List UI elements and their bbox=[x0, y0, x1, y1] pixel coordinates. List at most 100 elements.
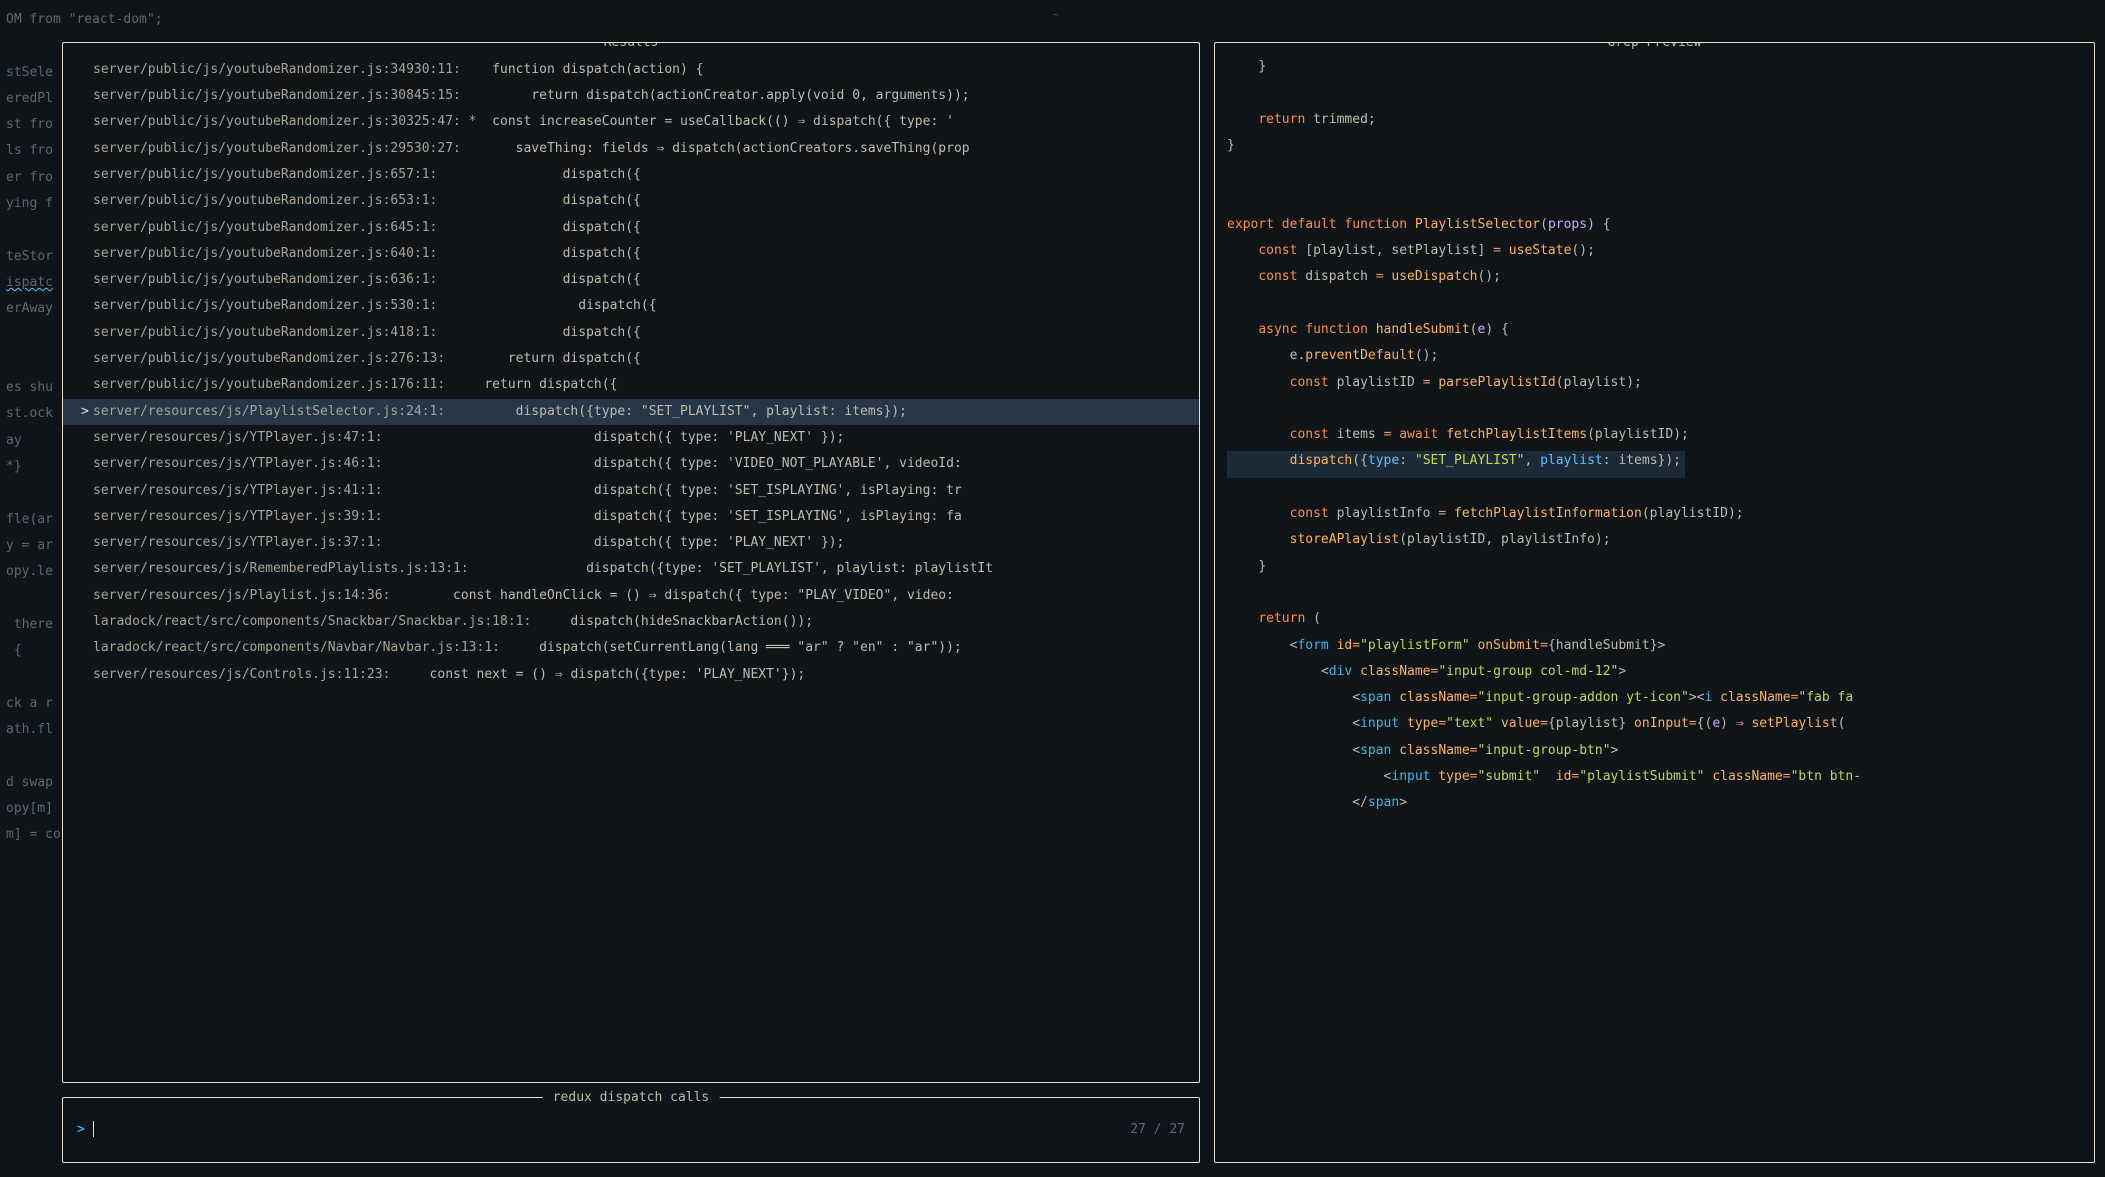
result-row[interactable]: server/public/js/youtubeRandomizer.js:64… bbox=[63, 215, 1199, 241]
search-input[interactable] bbox=[93, 1120, 94, 1141]
result-snippet: dispatch({ type: 'VIDEO_NOT_PLAYABLE', v… bbox=[398, 454, 962, 475]
selection-caret-icon bbox=[81, 428, 93, 449]
result-snippet: const next = () ⇒ dispatch({type: 'PLAY_… bbox=[406, 665, 805, 686]
result-location: server/resources/js/YTPlayer.js:41:1: bbox=[93, 481, 398, 502]
selection-caret-icon bbox=[81, 244, 93, 265]
preview-line bbox=[1227, 162, 2082, 188]
telescope-overlay: Results server/public/js/youtubeRandomiz… bbox=[62, 42, 2095, 1163]
preview-line: const playlistID = parsePlaylistId(playl… bbox=[1227, 373, 2082, 399]
result-snippet: dispatch({ type: 'SET_ISPLAYING', isPlay… bbox=[398, 481, 962, 502]
preview-line: <form id="playlistForm" onSubmit={handle… bbox=[1227, 636, 2082, 662]
result-location: server/resources/js/YTPlayer.js:46:1: bbox=[93, 454, 398, 475]
preview-line: async function handleSubmit(e) { bbox=[1227, 320, 2082, 346]
prompt-panel: redux dispatch calls > 27 / 27 bbox=[62, 1097, 1200, 1163]
result-row[interactable]: server/public/js/youtubeRandomizer.js:63… bbox=[63, 267, 1199, 293]
selection-caret-icon bbox=[81, 638, 93, 659]
result-location: server/public/js/youtubeRandomizer.js:41… bbox=[93, 323, 453, 344]
result-row[interactable]: server/public/js/youtubeRandomizer.js:17… bbox=[63, 373, 1199, 399]
split-indicator-top: ~ bbox=[1053, 6, 1060, 24]
result-location: server/public/js/youtubeRandomizer.js:29… bbox=[93, 139, 477, 160]
selection-caret-icon: > bbox=[81, 402, 93, 423]
result-row[interactable]: server/public/js/youtubeRandomizer.js:34… bbox=[63, 57, 1199, 83]
result-location: server/resources/js/Controls.js:11:23: bbox=[93, 665, 406, 686]
result-row[interactable]: server/resources/js/Playlist.js:14:36: c… bbox=[63, 583, 1199, 609]
result-location: server/public/js/youtubeRandomizer.js:65… bbox=[93, 191, 453, 212]
result-snippet: dispatch({ bbox=[453, 270, 641, 291]
result-row[interactable]: server/resources/js/YTPlayer.js:46:1: di… bbox=[63, 451, 1199, 477]
preview-line bbox=[1227, 188, 2082, 214]
result-row[interactable]: server/public/js/youtubeRandomizer.js:27… bbox=[63, 346, 1199, 372]
preview-line: <span className="input-group-btn"> bbox=[1227, 741, 2082, 767]
selection-caret-icon bbox=[81, 559, 93, 580]
result-snippet: saveThing: fields ⇒ dispatch(actionCreat… bbox=[477, 139, 970, 160]
preview-line: e.preventDefault(); bbox=[1227, 346, 2082, 372]
preview-line: storeAPlaylist(playlistID, playlistInfo)… bbox=[1227, 530, 2082, 556]
result-row[interactable]: server/public/js/youtubeRandomizer.js:65… bbox=[63, 188, 1199, 214]
result-snippet: dispatch({ bbox=[453, 296, 657, 317]
preview-line bbox=[1227, 83, 2082, 109]
preview-line: const [playlist, setPlaylist] = useState… bbox=[1227, 241, 2082, 267]
selection-caret-icon bbox=[81, 612, 93, 633]
result-row[interactable]: server/resources/js/Controls.js:11:23: c… bbox=[63, 662, 1199, 688]
preview-line: } bbox=[1227, 136, 2082, 162]
result-location: server/public/js/youtubeRandomizer.js:30… bbox=[93, 112, 477, 133]
preview-code: } return trimmed;} export default functi… bbox=[1215, 43, 2094, 828]
preview-line: <div className="input-group col-md-12"> bbox=[1227, 662, 2082, 688]
selection-caret-icon bbox=[81, 191, 93, 212]
result-row[interactable]: >server/resources/js/PlaylistSelector.js… bbox=[63, 399, 1199, 425]
result-location: server/resources/js/YTPlayer.js:47:1: bbox=[93, 428, 398, 449]
selection-caret-icon bbox=[81, 349, 93, 370]
selection-caret-icon bbox=[81, 86, 93, 107]
result-snippet: dispatch({ type: 'PLAY_NEXT' }); bbox=[398, 428, 844, 449]
result-snippet: dispatch({ bbox=[453, 218, 641, 239]
result-row[interactable]: server/public/js/youtubeRandomizer.js:30… bbox=[63, 110, 1199, 136]
preview-line: const dispatch = useDispatch(); bbox=[1227, 267, 2082, 293]
selection-caret-icon bbox=[81, 60, 93, 81]
result-snippet: dispatch({ bbox=[453, 165, 641, 186]
prompt-title: redux dispatch calls bbox=[543, 1088, 720, 1109]
result-location: server/resources/js/PlaylistSelector.js:… bbox=[93, 402, 461, 423]
result-row[interactable]: laradock/react/src/components/Navbar/Nav… bbox=[63, 636, 1199, 662]
result-location: server/public/js/youtubeRandomizer.js:34… bbox=[93, 60, 477, 81]
selection-caret-icon bbox=[81, 296, 93, 317]
result-snippet: dispatch({ type: 'SET_ISPLAYING', isPlay… bbox=[398, 507, 962, 528]
result-row[interactable]: server/resources/js/RememberedPlaylists.… bbox=[63, 557, 1199, 583]
results-panel: Results server/public/js/youtubeRandomiz… bbox=[62, 42, 1200, 1083]
selection-caret-icon bbox=[81, 323, 93, 344]
preview-line: </span> bbox=[1227, 793, 2082, 819]
result-row[interactable]: server/public/js/youtubeRandomizer.js:53… bbox=[63, 294, 1199, 320]
selection-caret-icon bbox=[81, 375, 93, 396]
result-row[interactable]: laradock/react/src/components/Snackbar/S… bbox=[63, 609, 1199, 635]
result-row[interactable]: server/public/js/youtubeRandomizer.js:29… bbox=[63, 136, 1199, 162]
result-location: server/resources/js/YTPlayer.js:39:1: bbox=[93, 507, 398, 528]
left-column: Results server/public/js/youtubeRandomiz… bbox=[62, 42, 1200, 1163]
selection-caret-icon bbox=[81, 586, 93, 607]
result-location: server/resources/js/Playlist.js:14:36: bbox=[93, 586, 406, 607]
result-count: 27 / 27 bbox=[1130, 1120, 1185, 1141]
prompt-icon: > bbox=[77, 1120, 85, 1141]
result-snippet: dispatch({ bbox=[453, 244, 641, 265]
selection-caret-icon bbox=[81, 481, 93, 502]
result-snippet: dispatch(setCurrentLang(lang ═══ "ar" ? … bbox=[516, 638, 962, 659]
results-list[interactable]: server/public/js/youtubeRandomizer.js:34… bbox=[63, 43, 1199, 696]
result-row[interactable]: server/public/js/youtubeRandomizer.js:65… bbox=[63, 162, 1199, 188]
result-row[interactable]: server/public/js/youtubeRandomizer.js:41… bbox=[63, 320, 1199, 346]
preview-line: <input type="submit" id="playlistSubmit"… bbox=[1227, 767, 2082, 793]
selection-caret-icon bbox=[81, 665, 93, 686]
selection-caret-icon bbox=[81, 454, 93, 475]
result-row[interactable]: server/resources/js/YTPlayer.js:47:1: di… bbox=[63, 425, 1199, 451]
result-snippet: dispatch({ type: 'PLAY_NEXT' }); bbox=[398, 533, 844, 554]
preview-line bbox=[1227, 294, 2082, 320]
result-row[interactable]: server/resources/js/YTPlayer.js:41:1: di… bbox=[63, 478, 1199, 504]
result-location: server/public/js/youtubeRandomizer.js:63… bbox=[93, 270, 453, 291]
result-row[interactable]: server/public/js/youtubeRandomizer.js:64… bbox=[63, 241, 1199, 267]
selection-caret-icon bbox=[81, 139, 93, 160]
result-snippet: const handleOnClick = () ⇒ dispatch({ ty… bbox=[406, 586, 954, 607]
result-row[interactable]: server/resources/js/YTPlayer.js:37:1: di… bbox=[63, 530, 1199, 556]
preview-line bbox=[1227, 399, 2082, 425]
preview-line: } bbox=[1227, 57, 2082, 83]
result-row[interactable]: server/resources/js/YTPlayer.js:39:1: di… bbox=[63, 504, 1199, 530]
result-row[interactable]: server/public/js/youtubeRandomizer.js:30… bbox=[63, 83, 1199, 109]
preview-title: Grep Preview bbox=[1598, 42, 1712, 54]
selection-caret-icon bbox=[81, 112, 93, 133]
